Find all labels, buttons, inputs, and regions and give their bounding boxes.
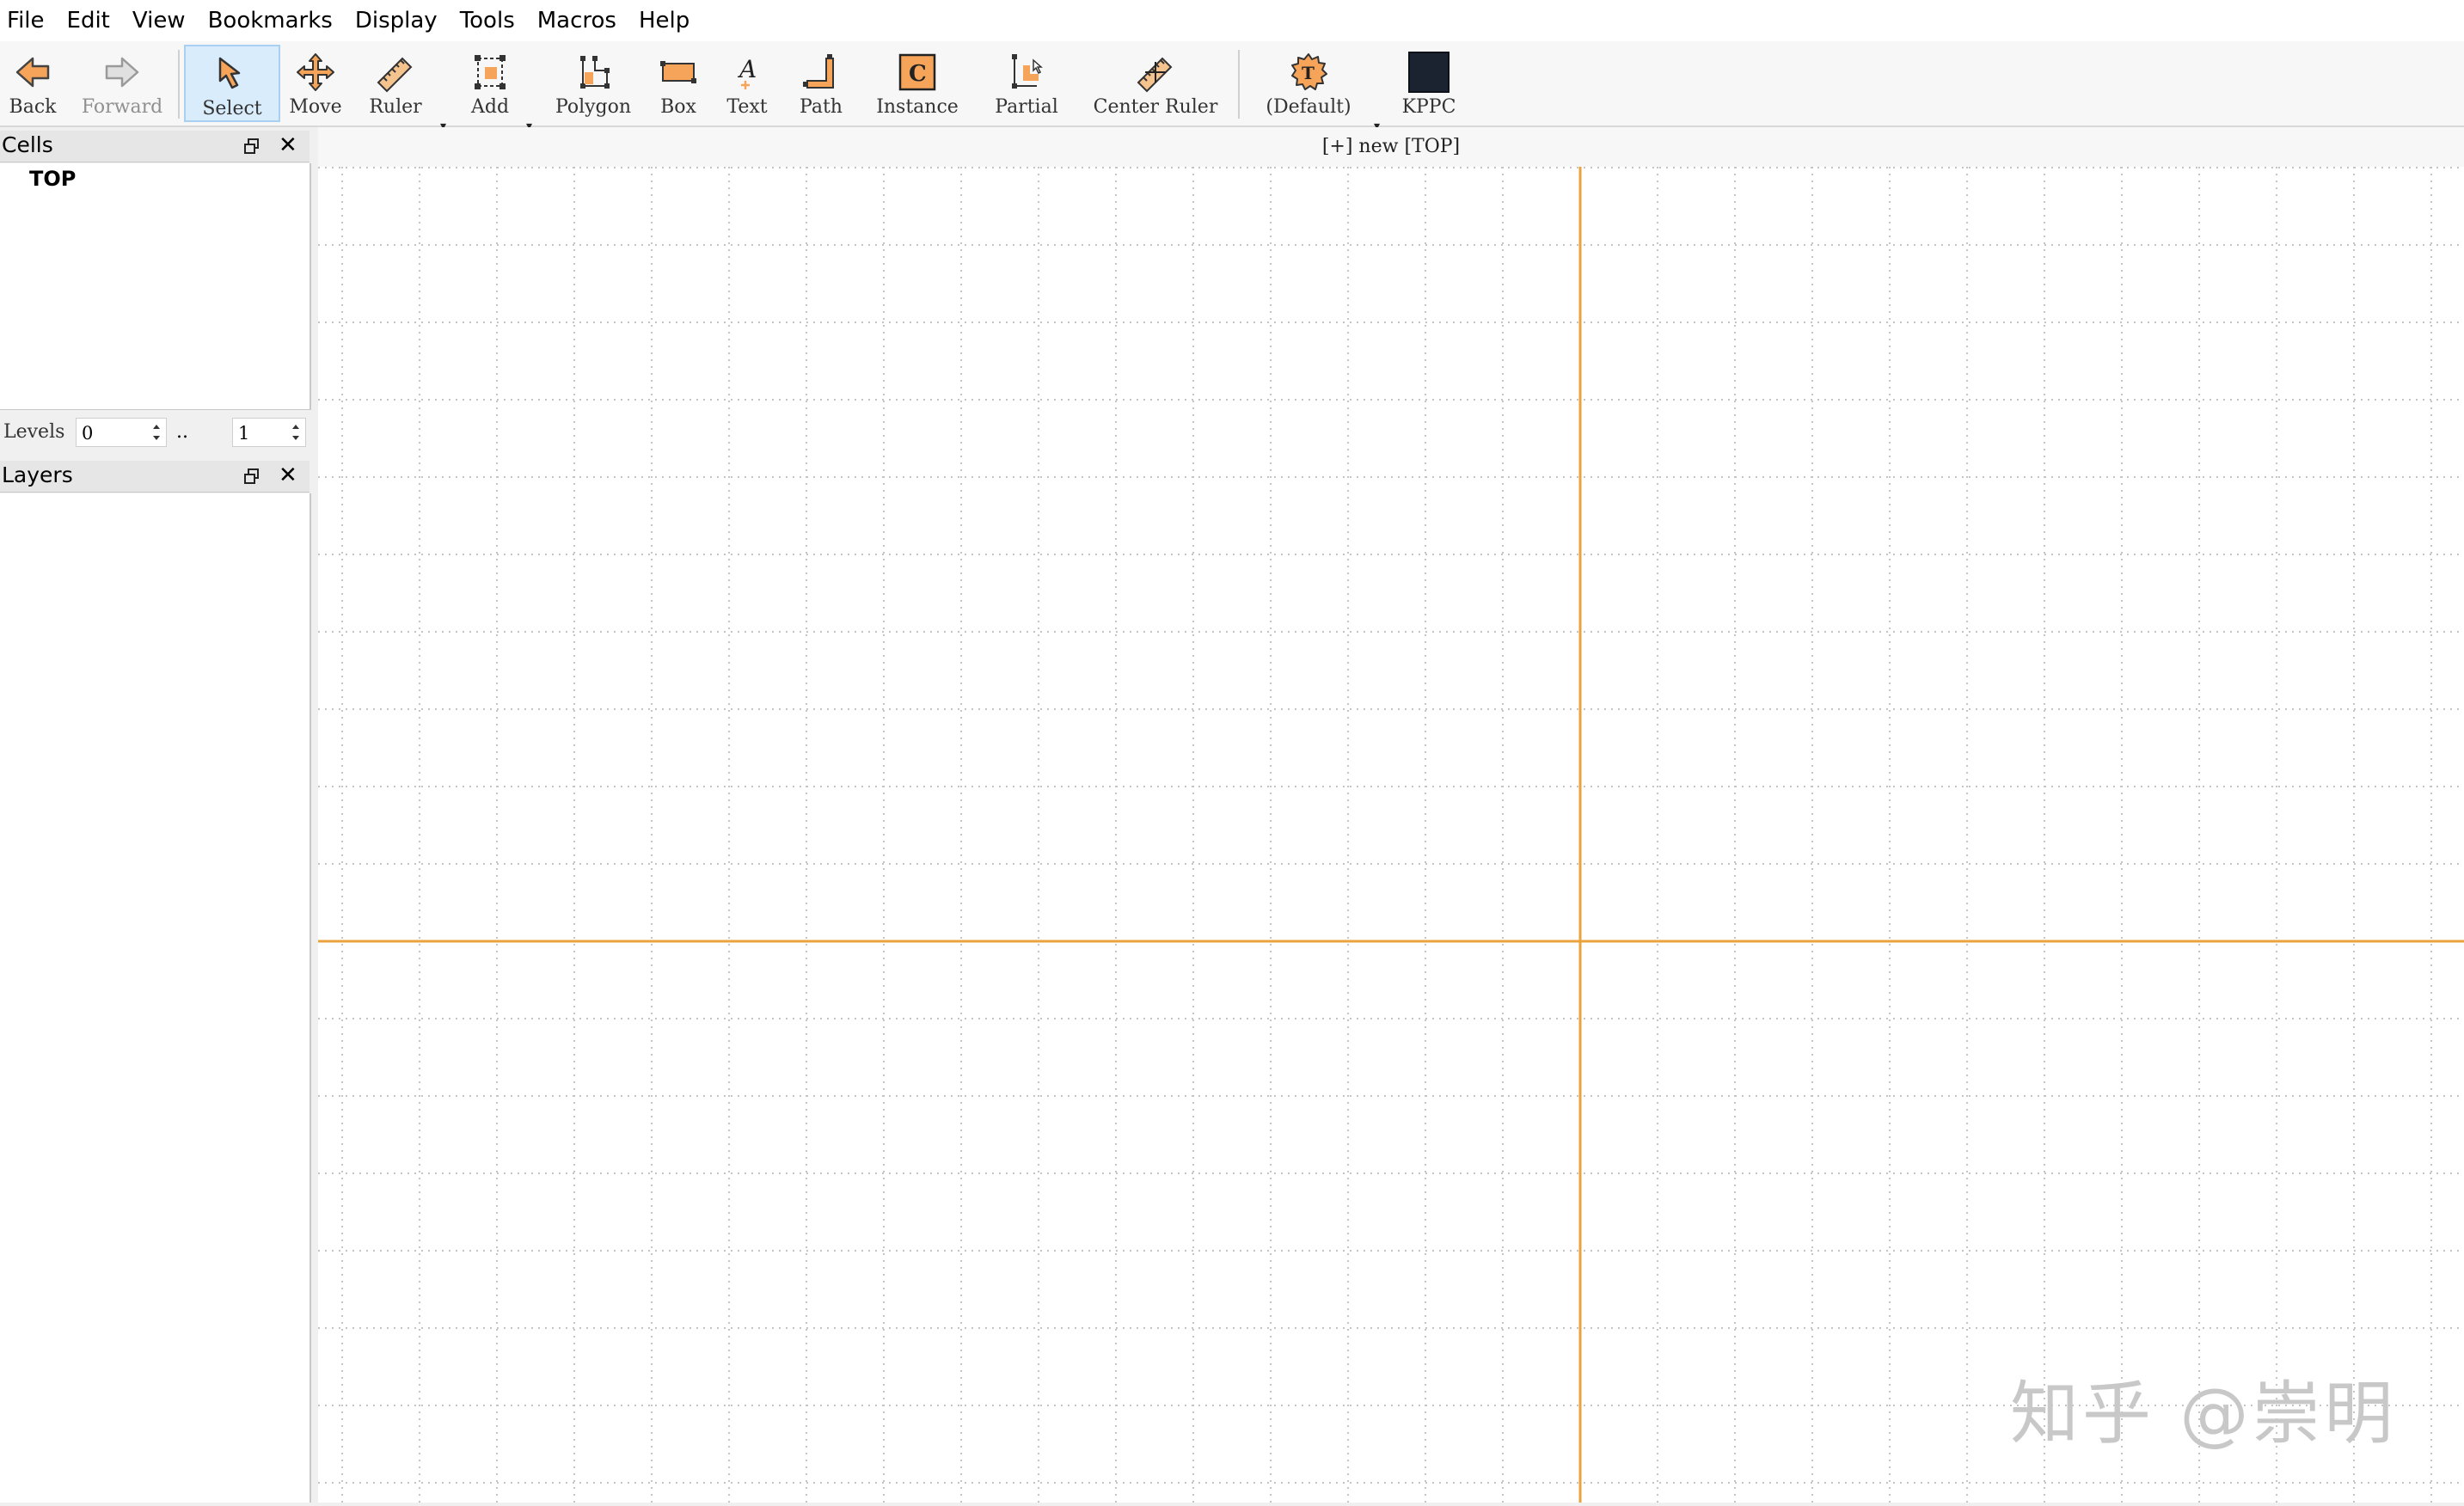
- path-tool-button[interactable]: Path: [789, 45, 853, 122]
- kppc-swatch-icon: [1408, 52, 1450, 93]
- spin-arrows-icon[interactable]: [147, 419, 166, 446]
- grid: [318, 167, 2464, 1503]
- instance-icon: C: [898, 53, 936, 91]
- partial-tool-button[interactable]: Partial: [984, 45, 1070, 122]
- layers-dock-title: Layers ✕: [0, 461, 310, 493]
- ruler-icon: [377, 57, 413, 93]
- forward-label: Forward: [81, 96, 163, 118]
- center-ruler-tool-button[interactable]: Center Ruler: [1090, 45, 1221, 122]
- back-button[interactable]: Back: [3, 45, 62, 122]
- layout-canvas[interactable]: [318, 167, 2464, 1503]
- menu-help[interactable]: Help: [630, 0, 703, 41]
- kppc-label: KPPC: [1401, 96, 1456, 118]
- move-tool-button[interactable]: Move: [287, 45, 344, 122]
- menu-edit[interactable]: Edit: [58, 0, 124, 41]
- kppc-button[interactable]: KPPC: [1400, 45, 1458, 122]
- forward-button[interactable]: Forward: [77, 45, 167, 122]
- polygon-tool-button[interactable]: Polygon: [550, 45, 636, 122]
- instance-label: Instance: [876, 96, 959, 118]
- polygon-icon: [580, 56, 610, 89]
- levels-row: Levels 0 .. 1: [0, 413, 310, 452]
- add-tool-button[interactable]: Add: [459, 45, 521, 122]
- technology-gear-icon: T: [1291, 53, 1327, 90]
- levels-min-spinbox[interactable]: 0: [76, 418, 167, 447]
- box-tool-button[interactable]: Box: [647, 45, 710, 122]
- close-icon[interactable]: ✕: [279, 134, 297, 156]
- box-icon: [660, 61, 696, 83]
- default-technology-button[interactable]: T (Default): [1260, 45, 1357, 122]
- cells-title: Cells: [2, 132, 53, 157]
- toolbar: Back Forward Select Move Ruler ▾ Add ▾ P…: [0, 41, 2464, 132]
- levels-max-value: 1: [238, 423, 250, 444]
- toolbar-separator: [178, 50, 180, 119]
- layout-tab-bar: [+] new [TOP]: [318, 127, 2464, 167]
- watermark: 知乎 @崇明: [2010, 1374, 2397, 1454]
- text-tool-button[interactable]: A Text: [719, 45, 775, 122]
- layers-list[interactable]: [0, 493, 311, 1503]
- menu-tools[interactable]: Tools: [451, 0, 529, 41]
- menu-display[interactable]: Display: [346, 0, 451, 41]
- add-label: Add: [470, 96, 510, 118]
- polygon-label: Polygon: [555, 96, 632, 118]
- spin-arrows-icon[interactable]: [286, 419, 305, 446]
- layers-title: Layers: [2, 462, 73, 487]
- box-label: Box: [660, 96, 696, 118]
- cell-item-top[interactable]: TOP: [29, 167, 76, 191]
- menu-view[interactable]: View: [124, 0, 199, 41]
- path-icon: [803, 54, 834, 89]
- levels-range-separator: ..: [176, 421, 188, 443]
- toolbar-separator: [1238, 50, 1240, 119]
- ruler-tool-button[interactable]: Ruler: [359, 45, 432, 122]
- center-ruler-label: Center Ruler: [1093, 96, 1218, 118]
- menu-bookmarks[interactable]: Bookmarks: [199, 0, 346, 41]
- select-label: Select: [202, 98, 262, 119]
- text-icon: A: [737, 55, 757, 89]
- select-arrow-icon: [218, 57, 241, 89]
- layout-tab[interactable]: [+] new [TOP]: [318, 136, 2464, 157]
- ruler-label: Ruler: [369, 96, 422, 118]
- path-label: Path: [800, 96, 843, 118]
- menu-file[interactable]: File: [0, 0, 58, 41]
- svg-text:T: T: [1302, 63, 1315, 83]
- default-label: (Default): [1266, 96, 1352, 118]
- levels-max-spinbox[interactable]: 1: [232, 418, 306, 447]
- svg-text:C: C: [909, 61, 927, 87]
- menu-macros[interactable]: Macros: [529, 0, 630, 41]
- move-label: Move: [289, 96, 342, 118]
- menu-bar: File Edit View Bookmarks Display Tools M…: [0, 0, 2464, 41]
- center-ruler-icon: [1137, 57, 1173, 93]
- move-icon: [297, 53, 334, 91]
- partial-label: Partial: [995, 96, 1058, 118]
- float-icon[interactable]: [243, 468, 260, 485]
- levels-min-value: 0: [82, 423, 94, 444]
- svg-text:A: A: [737, 55, 757, 83]
- float-icon[interactable]: [243, 138, 260, 155]
- forward-arrow-icon: [105, 57, 139, 88]
- cells-tree[interactable]: TOP: [0, 163, 311, 410]
- back-arrow-icon: [15, 57, 50, 88]
- cells-dock-title: Cells ✕: [0, 131, 310, 162]
- select-tool-button[interactable]: Select: [184, 45, 280, 122]
- text-label: Text: [726, 96, 768, 118]
- add-icon: [475, 55, 506, 89]
- close-icon[interactable]: ✕: [279, 464, 297, 487]
- levels-label: Levels: [3, 421, 65, 443]
- instance-tool-button[interactable]: C Instance: [870, 45, 965, 122]
- back-label: Back: [9, 96, 57, 118]
- partial-icon: [1012, 54, 1043, 89]
